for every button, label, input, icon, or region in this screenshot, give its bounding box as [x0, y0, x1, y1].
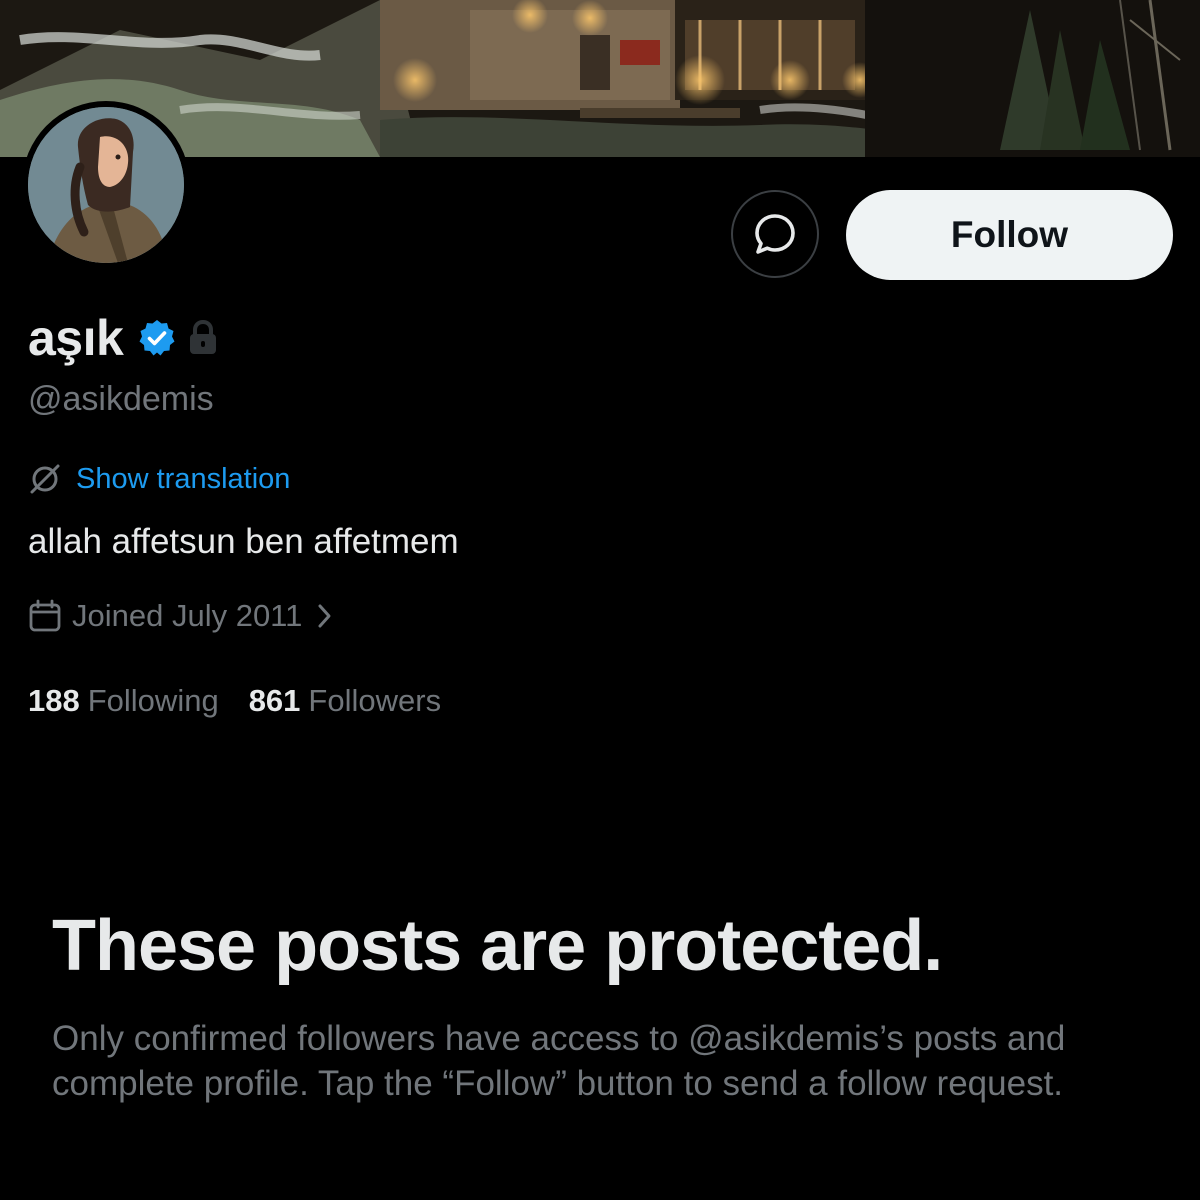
lock-icon	[190, 320, 217, 354]
name-row: aşık	[28, 306, 219, 370]
avatar-ring[interactable]	[22, 101, 190, 269]
show-translation-link[interactable]: Show translation	[76, 463, 290, 496]
message-button[interactable]	[731, 190, 819, 278]
banner-image	[0, 0, 1200, 157]
protected-description: Only confirmed followers have access to …	[52, 1019, 1066, 1103]
chevron-right-icon	[318, 604, 331, 628]
follow-stats: 188 Following 861 Followers	[28, 683, 441, 719]
joined-row[interactable]: Joined July 2011	[28, 598, 334, 634]
following-label: Following	[87, 683, 219, 718]
translate-icon	[30, 464, 60, 494]
user-handle: @asikdemis	[28, 380, 214, 418]
followers-count: 861	[248, 683, 301, 718]
avatar-illustration	[28, 107, 184, 263]
followers-link[interactable]: 861 Followers	[249, 683, 441, 719]
message-bubble-icon	[755, 214, 795, 254]
bio: allah affetsun ben affetmem	[28, 522, 459, 561]
avatar[interactable]	[28, 107, 184, 263]
profile-banner[interactable]	[0, 0, 1200, 157]
show-translation-row[interactable]: Show translation	[28, 462, 290, 496]
followers-label: Followers	[308, 683, 442, 718]
protected-title: These posts are protected.	[52, 906, 943, 986]
follow-button[interactable]: Follow	[846, 190, 1173, 280]
following-count: 188	[28, 683, 80, 718]
calendar-icon	[29, 599, 61, 632]
display-name: aşık	[28, 310, 124, 366]
verified-badge-icon[interactable]	[137, 318, 177, 358]
following-link[interactable]: 188 Following	[28, 683, 219, 719]
joined-date: Joined July 2011	[72, 598, 303, 633]
